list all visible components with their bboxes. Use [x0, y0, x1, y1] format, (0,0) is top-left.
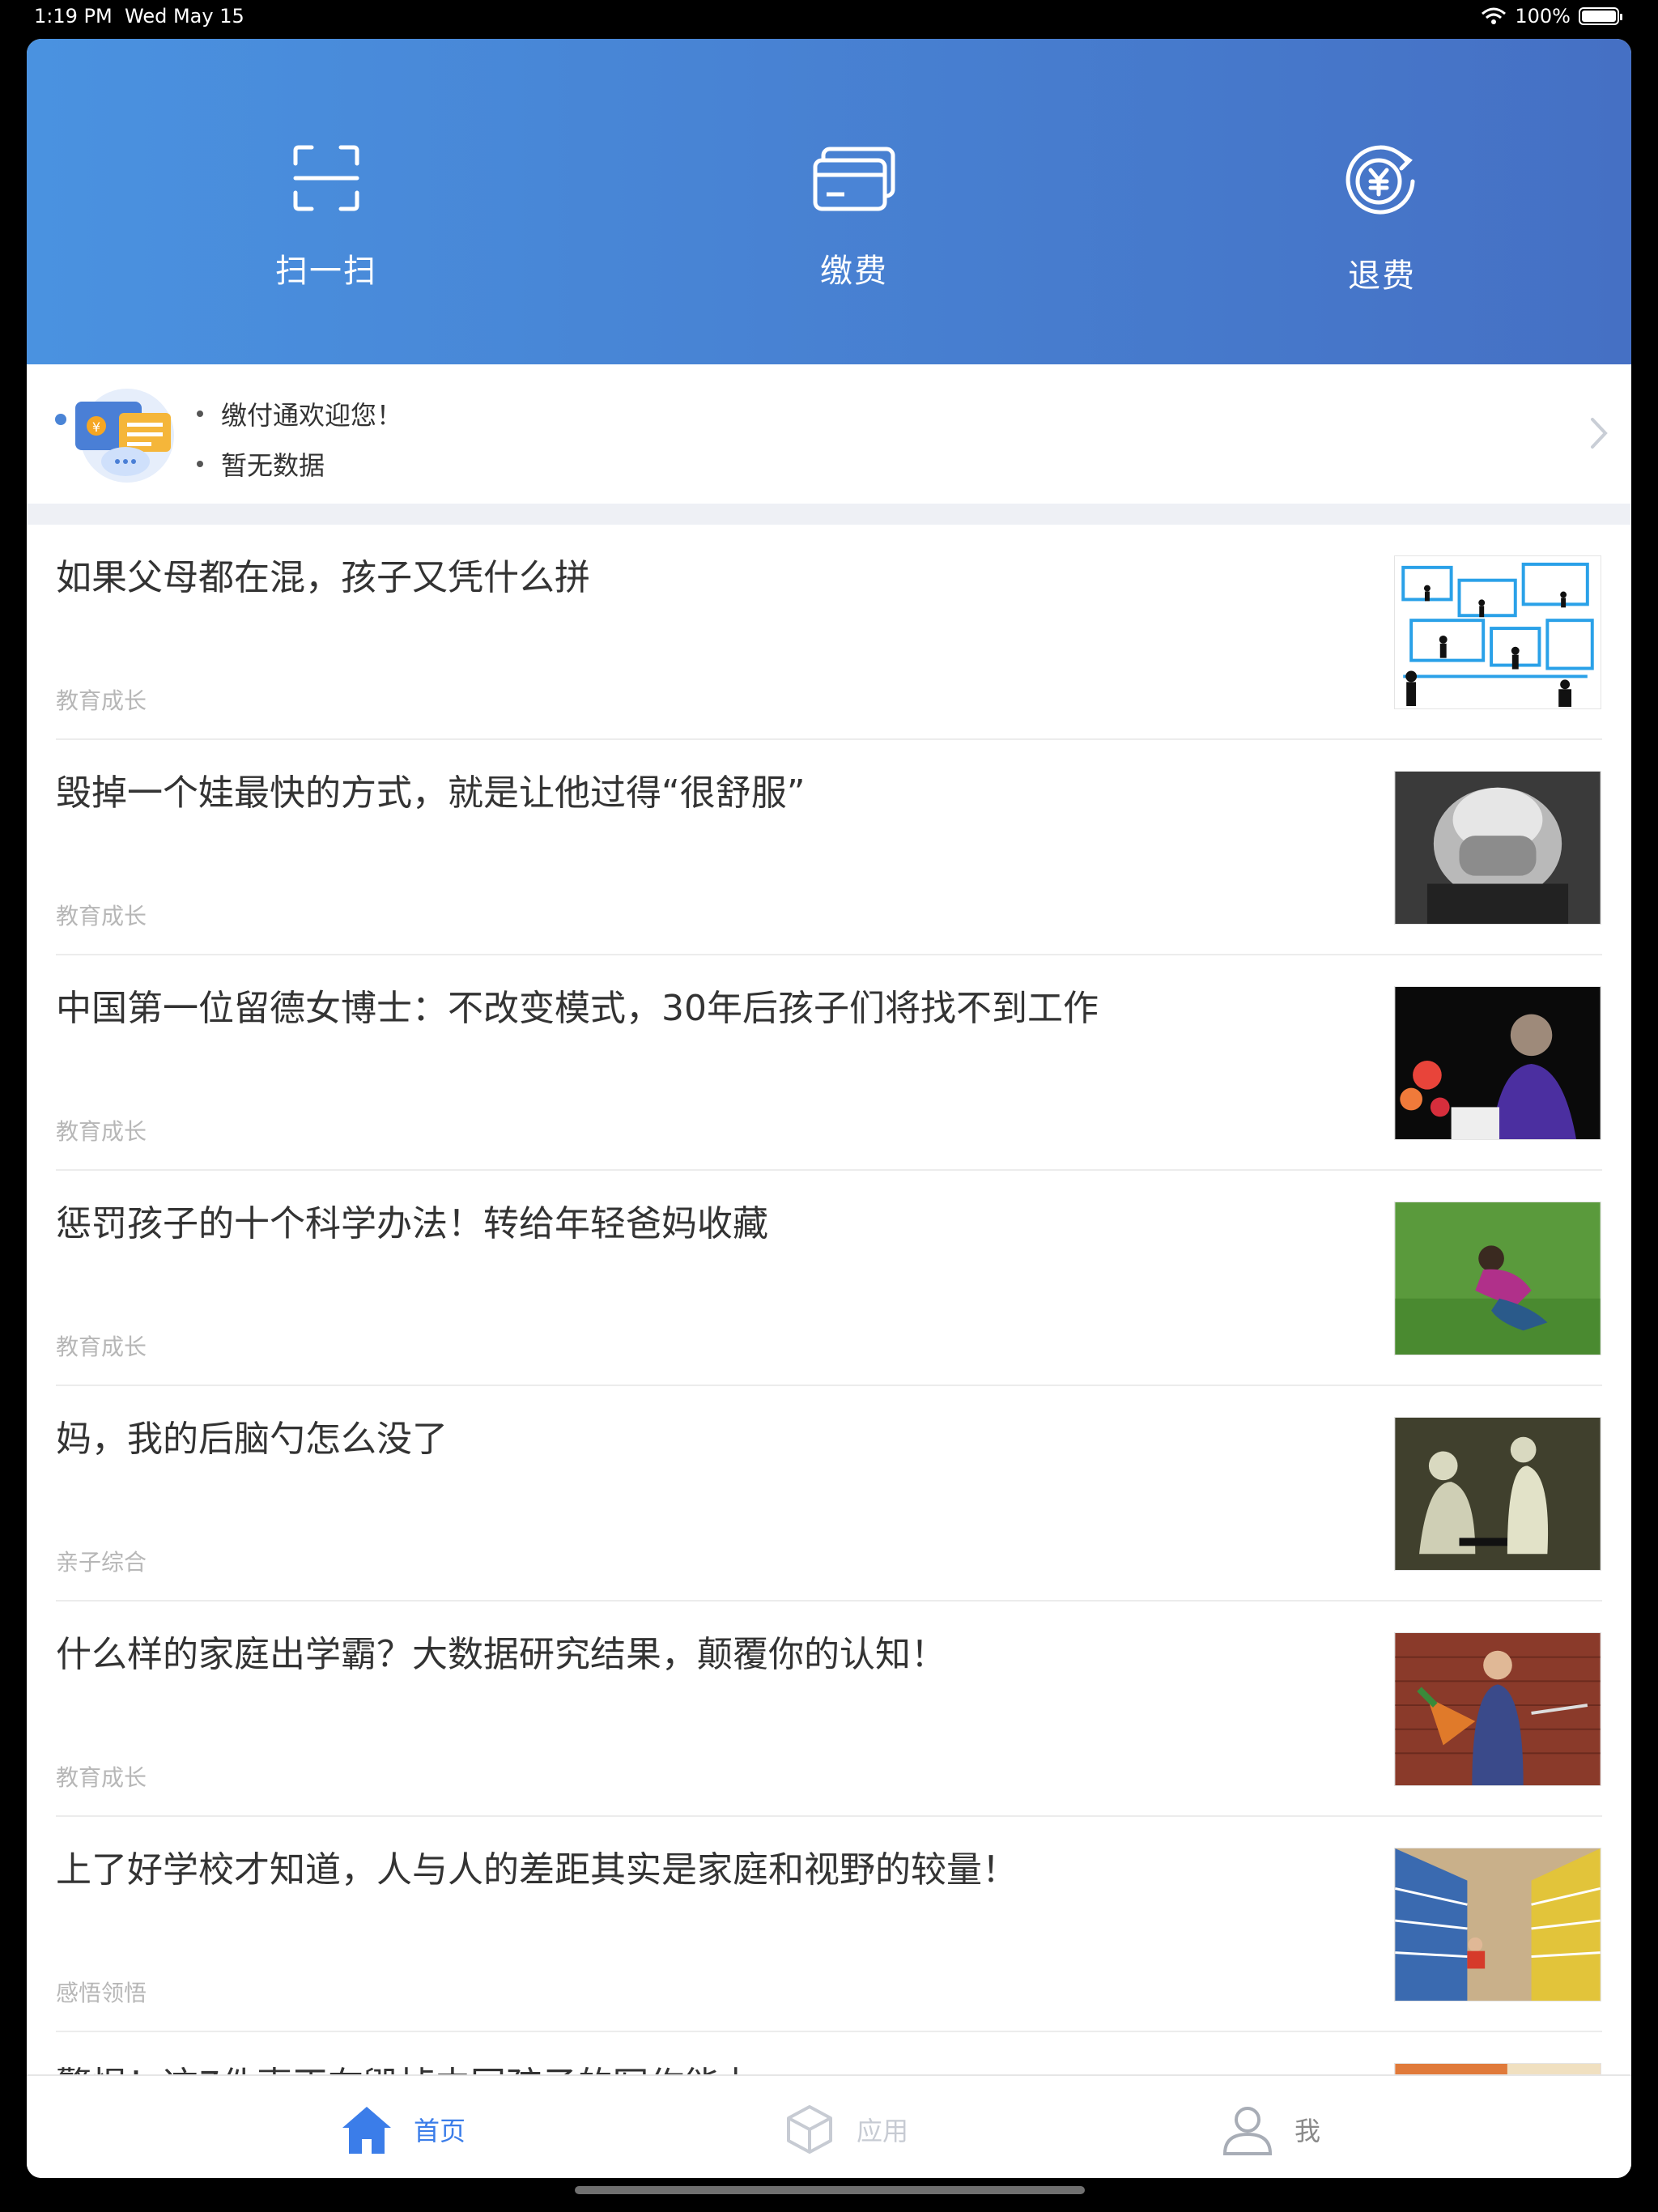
list-item[interactable]: 毁掉一个娃最快的方式，就是让他过得“很舒服” 教育成长 [27, 740, 1631, 955]
article-title: 毁掉一个娃最快的方式，就是让他过得“很舒服” [56, 772, 806, 814]
home-icon [342, 2107, 391, 2154]
pay-button[interactable]: 缴费 [733, 144, 976, 291]
notice-text: 暂无数据 [221, 450, 325, 481]
article-category: 教育成长 [56, 1334, 147, 1360]
cube-icon [787, 2105, 832, 2154]
article-title: 中国第一位留德女博士：不改变模式，30年后孩子们将找不到工作 [56, 988, 1099, 1029]
article-title: 惩罚孩子的十个科学办法！转给年轻爸妈收藏 [56, 1203, 768, 1244]
section-divider [27, 504, 1631, 525]
article-category: 教育成长 [56, 1764, 147, 1791]
pay-label: 缴费 [820, 253, 888, 290]
scan-label: 扫一扫 [275, 253, 377, 290]
status-date: Wed May 15 [125, 5, 244, 28]
notice-text: 缴付通欢迎您！ [221, 400, 403, 431]
article-title: 如果父母都在混，孩子又凭什么拼 [56, 557, 590, 598]
app-window: 扫一扫 缴费 退费 ¥ 缴付通欢迎您！ 暂无数据 如果父母都在混，孩子又凭什么拼… [27, 39, 1631, 2178]
list-item[interactable]: 什么样的家庭出学霸？大数据研究结果，颠覆你的认知！ 教育成长 [27, 1602, 1631, 1817]
notice-bar[interactable]: ¥ 缴付通欢迎您！ 暂无数据 [27, 364, 1631, 504]
article-thumbnail [1394, 1632, 1601, 1786]
article-thumbnail [1394, 1848, 1601, 2001]
status-time: 1:19 PM [34, 5, 113, 28]
tab-home[interactable]: 首页 [341, 2104, 466, 2155]
article-category: 教育成长 [56, 687, 147, 714]
refund-button[interactable]: 退费 [1261, 144, 1503, 296]
tab-me[interactable]: 我 [1222, 2104, 1320, 2155]
list-item[interactable]: 中国第一位留德女博士：不改变模式，30年后孩子们将找不到工作 教育成长 [27, 955, 1631, 1171]
list-item[interactable]: 惩罚孩子的十个科学办法！转给年轻爸妈收藏 教育成长 [27, 1171, 1631, 1386]
article-category: 教育成长 [56, 903, 147, 929]
article-category: 亲子综合 [56, 1549, 147, 1576]
article-title: 上了好学校才知道，人与人的差距其实是家庭和视野的较量！ [56, 1849, 1018, 1891]
tab-apps[interactable]: 应用 [784, 2104, 908, 2155]
list-item[interactable]: 上了好学校才知道，人与人的差距其实是家庭和视野的较量！ 感悟领悟 [27, 1817, 1631, 2032]
notice-line: 暂无数据 [197, 439, 402, 489]
article-thumbnail [1394, 986, 1601, 1140]
battery-percent: 100% [1515, 5, 1571, 28]
tab-home-label: 首页 [414, 2116, 466, 2146]
article-thumbnail [1394, 771, 1601, 925]
tab-bar: 首页 应用 我 [27, 2074, 1631, 2178]
battery-icon [1579, 7, 1622, 25]
refund-label: 退费 [1348, 257, 1416, 295]
home-indicator[interactable] [575, 2186, 1085, 2194]
list-item[interactable]: 如果父母都在混，孩子又凭什么拼 教育成长 [27, 525, 1631, 740]
wifi-icon [1482, 7, 1507, 24]
chevron-right-icon [1591, 418, 1608, 449]
article-thumbnail [1394, 1417, 1601, 1571]
notice-line: 缴付通欢迎您！ [197, 389, 402, 439]
article-thumbnail [1394, 555, 1601, 709]
refund-icon [1346, 145, 1415, 215]
bullet-icon [197, 461, 203, 467]
tab-apps-label: 应用 [857, 2116, 909, 2146]
status-bar: 1:19 PM Wed May 15 100% [0, 0, 1658, 39]
scan-icon [293, 145, 359, 211]
bullet-icon [197, 410, 203, 417]
article-title: 妈，我的后脑勺怎么没了 [56, 1419, 448, 1460]
svg-text:¥: ¥ [92, 419, 100, 435]
news-feed[interactable]: 如果父母都在混，孩子又凭什么拼 教育成长 毁掉一个娃最快的方式，就是让他过得“很… [27, 525, 1631, 2115]
article-title: 什么样的家庭出学霸？大数据研究结果，颠覆你的认知！ [56, 1634, 946, 1675]
scan-button[interactable]: 扫一扫 [205, 144, 448, 291]
article-thumbnail [1394, 1202, 1601, 1355]
message-illustration: ¥ [55, 389, 174, 483]
article-category: 感悟领悟 [56, 1980, 147, 2006]
status-right: 100% [1481, 5, 1622, 28]
person-icon [1222, 2107, 1273, 2155]
article-category: 教育成长 [56, 1118, 147, 1145]
tab-me-label: 我 [1295, 2116, 1321, 2146]
header-banner: 扫一扫 缴费 退费 [27, 39, 1631, 364]
list-item[interactable]: 妈，我的后脑勺怎么没了 亲子综合 [27, 1386, 1631, 1602]
notice-lines: 缴付通欢迎您！ 暂无数据 [197, 389, 402, 489]
card-icon [813, 147, 895, 211]
